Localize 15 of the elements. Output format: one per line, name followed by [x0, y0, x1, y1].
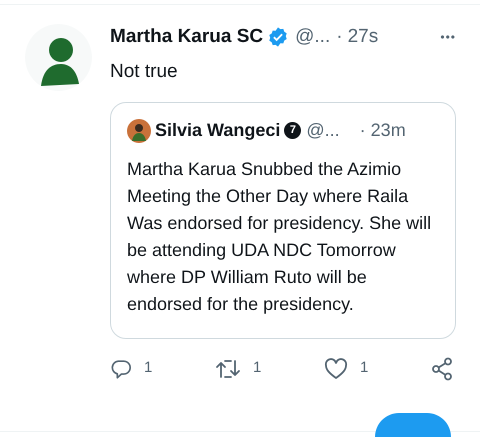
handle[interactable]: @...: [295, 22, 330, 52]
separator: ·: [360, 119, 366, 142]
like-count: 1: [360, 358, 368, 378]
timestamp[interactable]: 27s: [348, 22, 378, 52]
more-button[interactable]: •••: [440, 28, 456, 46]
tweet-text: Not true: [110, 60, 179, 84]
quoted-tweet-text: Martha Karua Snubbed the Azimio Meeting the Other Day where Raila Was endorsed for presidency. She will be attending UDA NDC Tomorrow where DP William Ruto will be endorsed for the presidency.: [127, 158, 432, 316]
reply-count: 1: [144, 358, 152, 378]
retweet-count: 1: [253, 358, 262, 378]
display-name[interactable]: Martha Karua SC: [110, 22, 264, 52]
separator: ·: [336, 24, 343, 49]
timestamp[interactable]: 23m: [370, 117, 406, 144]
display-name[interactable]: Silvia Wangeci: [155, 117, 280, 144]
badge: 7: [284, 122, 302, 139]
handle[interactable]: @...: [306, 117, 340, 144]
